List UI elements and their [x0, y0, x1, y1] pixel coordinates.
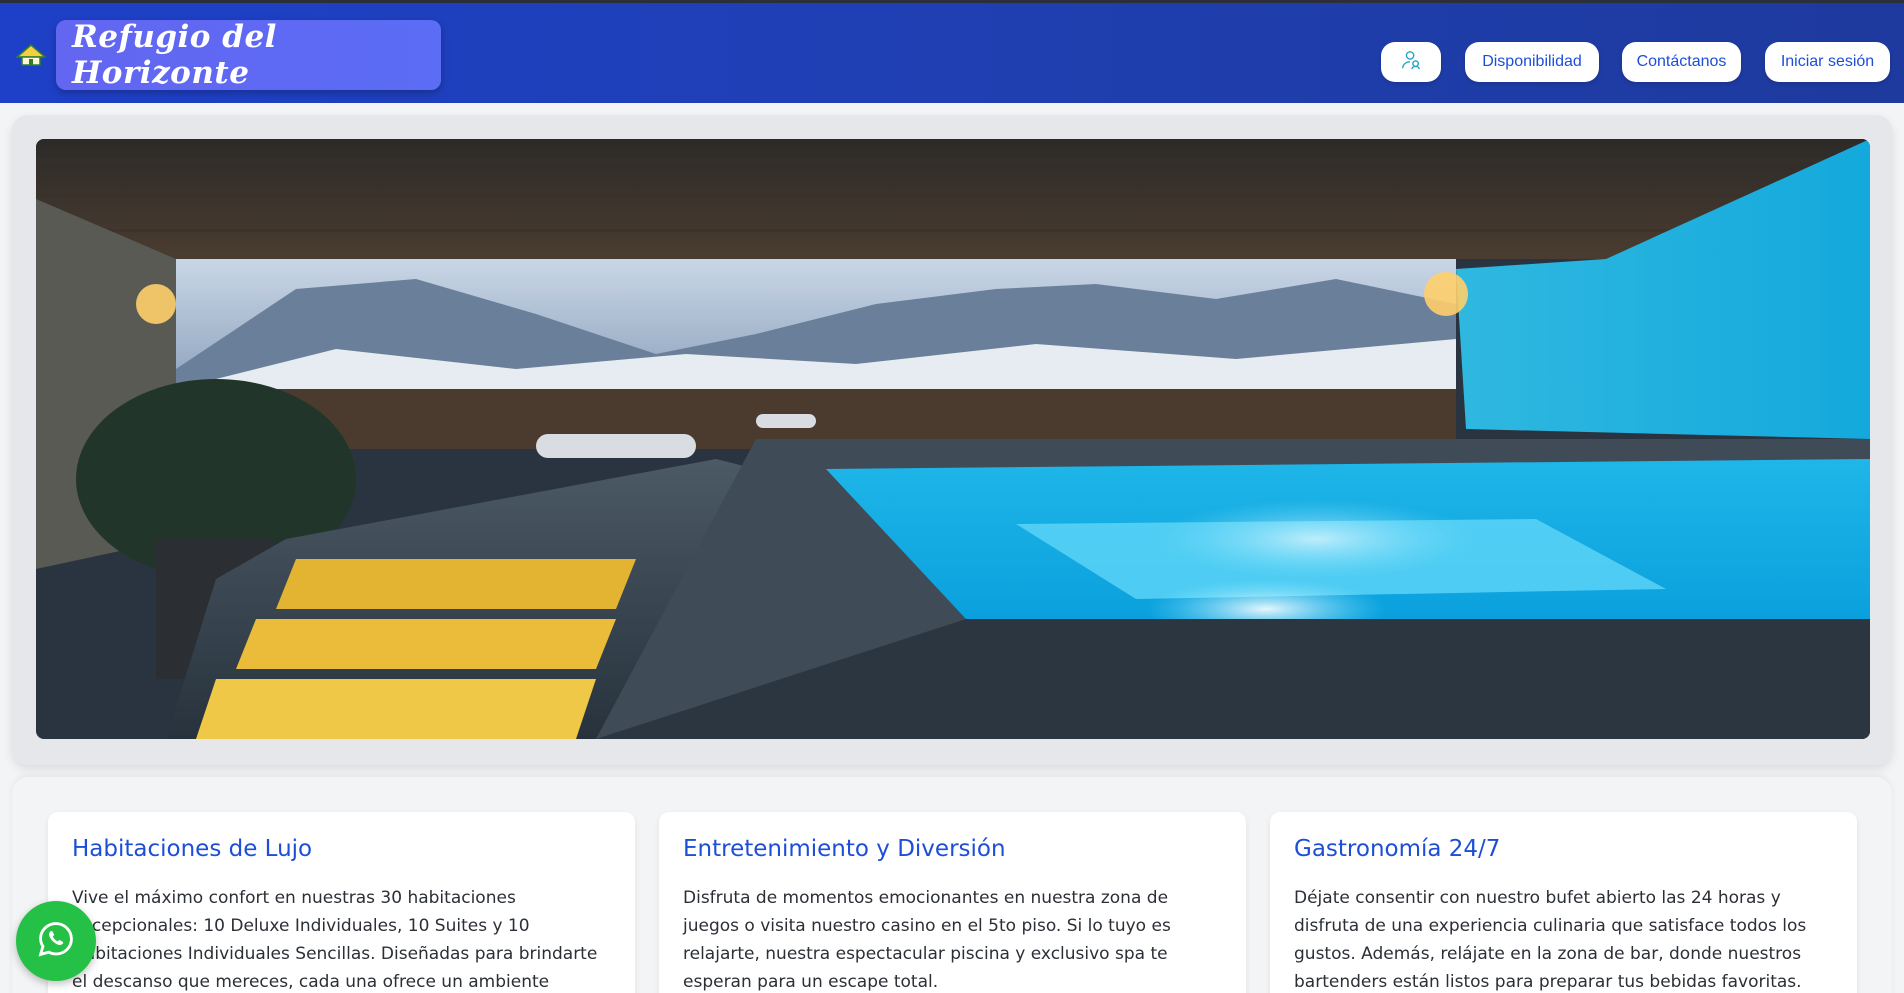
whatsapp-icon	[37, 920, 75, 963]
login-button[interactable]: Iniciar sesión	[1765, 42, 1890, 82]
feature-text: Disfruta de momentos emocionantes en nue…	[683, 888, 1171, 992]
contact-button[interactable]: Contáctanos	[1622, 42, 1741, 82]
feature-card-entertainment: Entretenimiento y Diversión Disfruta de …	[659, 812, 1246, 993]
availability-button[interactable]: Disponibilidad	[1465, 42, 1599, 82]
users-icon	[1400, 49, 1422, 76]
feature-title: Habitaciones de Lujo	[72, 836, 313, 862]
top-navbar: Refugio del Horizonte Disponibilidad Con…	[0, 0, 1904, 103]
feature-title: Entretenimiento y Diversión	[683, 836, 1006, 862]
brand-logo[interactable]: Refugio del Horizonte	[56, 19, 441, 91]
feature-title: Gastronomía 24/7	[1294, 836, 1501, 862]
feature-card-gastronomy: Gastronomía 24/7 Déjate consentir con nu…	[1270, 812, 1857, 993]
feature-text: Déjate consentir con nuestro bufet abier…	[1294, 888, 1807, 992]
brand-name: Refugio del Horizonte	[72, 19, 277, 91]
feature-card-rooms: Habitaciones de Lujo Vive el máximo conf…	[48, 812, 635, 993]
whatsapp-button[interactable]	[16, 901, 96, 981]
feature-text: Vive el máximo confort en nuestras 30 ha…	[72, 888, 598, 992]
user-account-button[interactable]	[1381, 42, 1441, 82]
mountain-house-icon[interactable]	[14, 43, 48, 67]
hero-image	[36, 139, 1870, 739]
